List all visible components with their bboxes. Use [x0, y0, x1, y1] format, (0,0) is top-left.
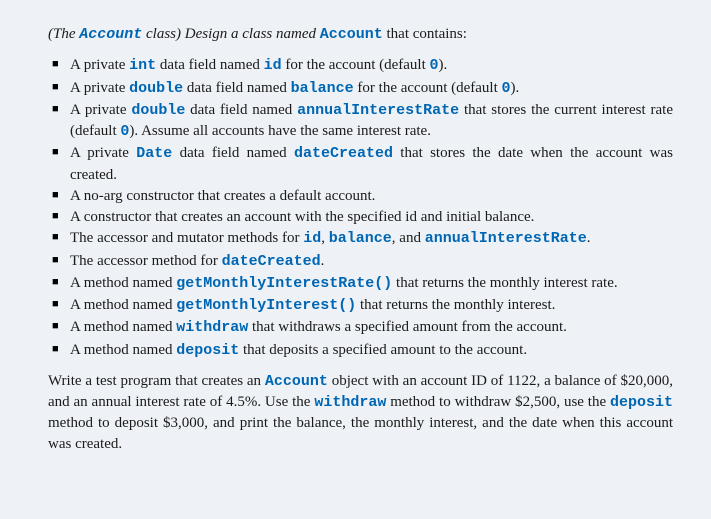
text-segment: ). Assume all accounts have the same int… [129, 123, 431, 139]
list-item: The accessor and mutator methods for id,… [48, 228, 673, 249]
text-segment: . [587, 230, 591, 246]
text-segment: The accessor and mutator methods for [70, 230, 303, 246]
text-segment: A private [70, 57, 129, 73]
text-segment: that returns the monthly interest rate. [392, 275, 617, 291]
text-segment: that deposits a specified amount to the … [239, 342, 527, 358]
text-segment: that withdraws a specified amount from t… [248, 319, 567, 335]
code-token: deposit [610, 394, 673, 411]
code-token: annualInterestRate [425, 230, 587, 247]
list-item: The accessor method for dateCreated. [48, 251, 673, 272]
list-item: A method named getMonthlyInterest() that… [48, 295, 673, 316]
code-token: balance [329, 230, 392, 247]
text-segment: , [321, 230, 329, 246]
code-token: dateCreated [294, 145, 393, 162]
intro-classname-1: Account [79, 26, 142, 43]
text-segment: A private [70, 80, 129, 96]
requirements-list: A private int data field named id for th… [48, 55, 673, 361]
text-segment: . [321, 253, 325, 269]
list-item: A method named deposit that deposits a s… [48, 340, 673, 361]
text-segment: A no-arg constructor that creates a defa… [70, 188, 375, 204]
text-segment: data field named [183, 80, 290, 96]
text-segment: data field named [172, 145, 294, 161]
text-segment: A method named [70, 342, 176, 358]
text-segment: , and [392, 230, 425, 246]
intro-paragraph: (The Account class) Design a class named… [48, 24, 673, 45]
list-item: A method named getMonthlyInterestRate() … [48, 273, 673, 294]
text-segment: A method named [70, 275, 176, 291]
text-segment: for the account (default [282, 57, 430, 73]
intro-open: (The [48, 26, 79, 42]
text-segment: A private [70, 102, 131, 118]
code-token: id [264, 57, 282, 74]
list-item: A private double data field named annual… [48, 100, 673, 143]
list-item: A private Date data field named dateCrea… [48, 143, 673, 185]
list-item: A constructor that creates an account wi… [48, 207, 673, 227]
code-token: getMonthlyInterestRate() [176, 275, 392, 292]
list-item: A method named withdraw that withdraws a… [48, 317, 673, 338]
intro-mid: class) Design a class named [142, 26, 319, 42]
text-segment: The accessor method for [70, 253, 222, 269]
intro-classname-2: Account [320, 26, 383, 43]
code-token: double [131, 102, 185, 119]
code-token: annualInterestRate [297, 102, 459, 119]
list-item: A no-arg constructor that creates a defa… [48, 186, 673, 206]
code-token: deposit [176, 342, 239, 359]
text-segment: A method named [70, 297, 176, 313]
intro-end: that contains: [383, 26, 467, 42]
code-token: balance [291, 80, 354, 97]
text-segment: that returns the monthly interest. [356, 297, 555, 313]
list-item: A private double data field named balanc… [48, 78, 673, 99]
code-token: id [303, 230, 321, 247]
text-segment: method to withdraw $2,500, use the [386, 394, 610, 410]
text-segment: A method named [70, 319, 176, 335]
code-token: withdraw [176, 319, 248, 336]
text-segment: data field named [185, 102, 297, 118]
text-segment: ). [511, 80, 520, 96]
code-token: int [129, 57, 156, 74]
list-item: A private int data field named id for th… [48, 55, 673, 76]
text-segment: A private [70, 145, 136, 161]
text-segment: A constructor that creates an account wi… [70, 209, 534, 225]
code-token: Account [265, 373, 328, 390]
text-segment: ). [439, 57, 448, 73]
text-segment: for the account (default [354, 80, 502, 96]
code-token: double [129, 80, 183, 97]
code-token: 0 [502, 80, 511, 97]
code-token: 0 [430, 57, 439, 74]
code-token: withdraw [314, 394, 386, 411]
text-segment: data field named [156, 57, 263, 73]
code-token: Date [136, 145, 172, 162]
code-token: dateCreated [222, 253, 321, 270]
footer-paragraph: Write a test program that creates an Acc… [48, 371, 673, 454]
code-token: getMonthlyInterest() [176, 297, 356, 314]
text-segment: Write a test program that creates an [48, 373, 265, 389]
text-segment: method to deposit $3,000, and print the … [48, 415, 673, 451]
